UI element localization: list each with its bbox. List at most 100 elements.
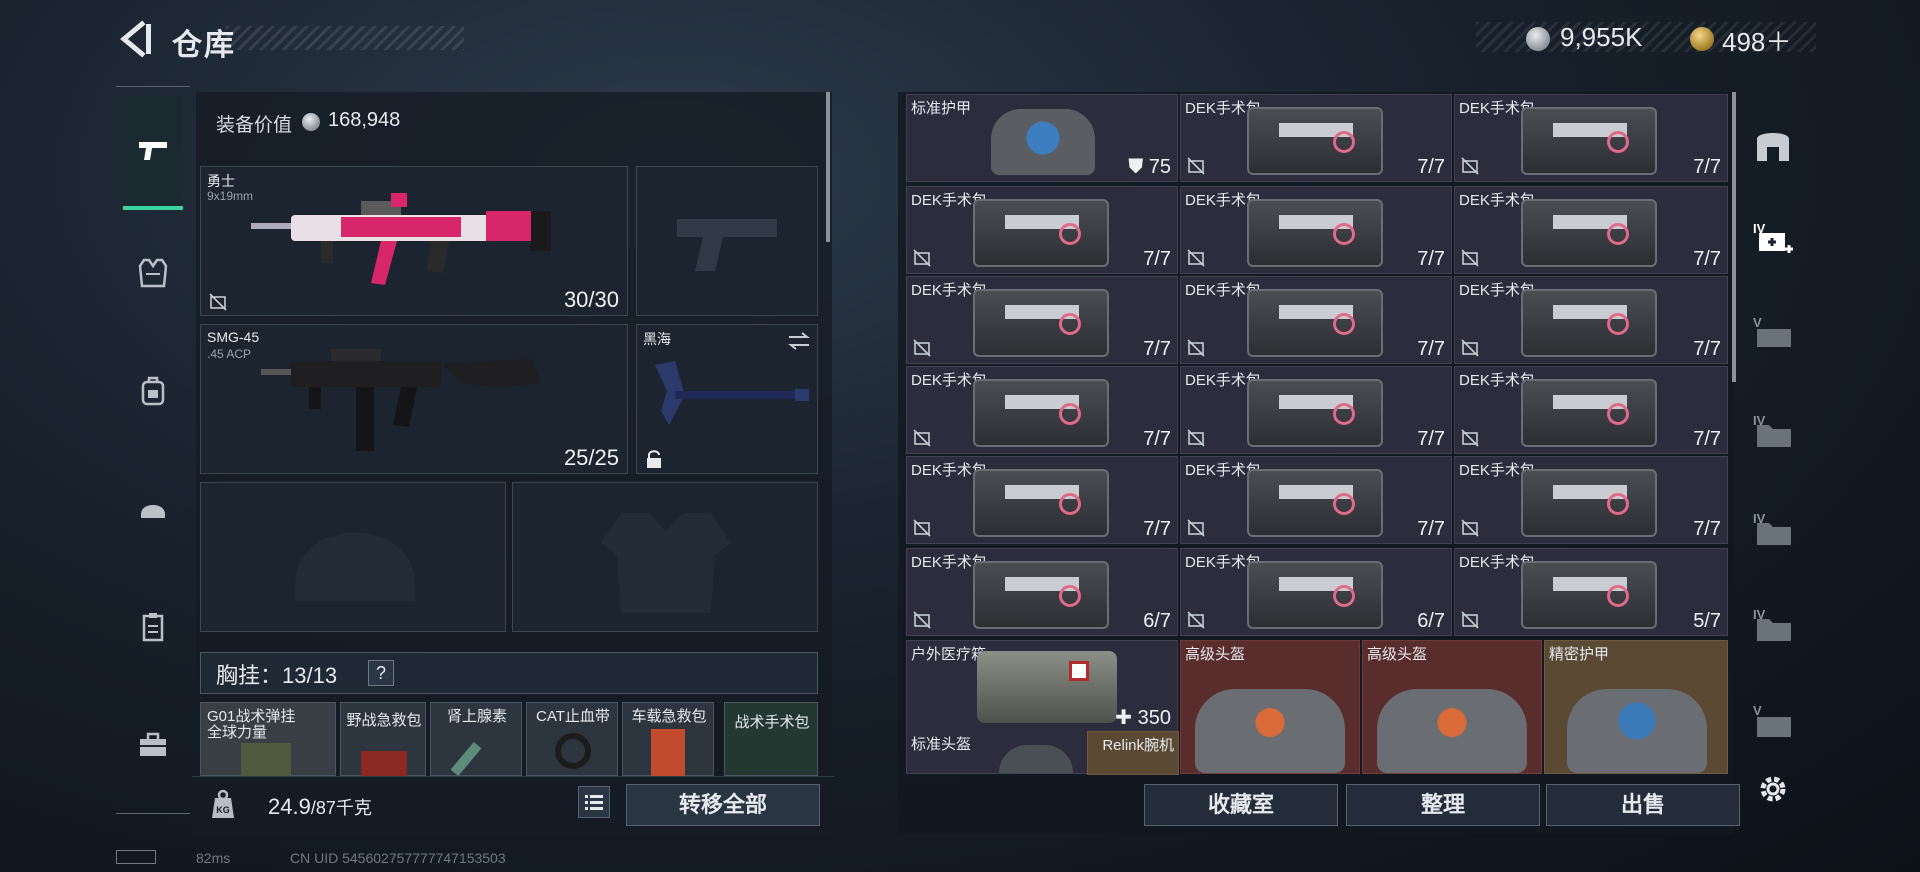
- right-nav-folder-case[interactable]: IV: [1746, 404, 1800, 458]
- collection-room-button[interactable]: 收藏室: [1144, 784, 1338, 826]
- nav-tab-backpack[interactable]: [124, 362, 182, 420]
- scissors-icon: [1059, 585, 1081, 607]
- no-insurance-icon: [1461, 157, 1479, 175]
- helmet-slot-empty[interactable]: [200, 482, 506, 632]
- stash-item-surgery-kit[interactable]: DEK手术包 7/7: [1454, 366, 1728, 454]
- equipment-scrollbar[interactable]: [826, 92, 830, 242]
- stash-item-armor[interactable]: 标准护甲 ⛊ 75: [906, 94, 1178, 182]
- stash-item-surgery-kit[interactable]: DEK手术包 7/7: [1180, 94, 1452, 182]
- chest-item-slot[interactable]: CAT止血带: [526, 702, 618, 776]
- holster-slot-empty[interactable]: [636, 166, 818, 316]
- key-case-icon: V: [1753, 703, 1791, 737]
- stash-item-durability-value: 75: [1148, 156, 1171, 178]
- stash-item-surgery-kit[interactable]: DEK手术包 7/7: [906, 276, 1178, 364]
- gold-currency-amount[interactable]: 498＋: [1722, 22, 1791, 59]
- stash-item-surgery-kit[interactable]: DEK手术包 7/7: [1180, 456, 1452, 544]
- battery-icon: [116, 850, 156, 864]
- primary-weapon-ammo: 30/30: [563, 287, 619, 312]
- gold-coin-icon: [1690, 27, 1714, 51]
- stash-item-medical-box[interactable]: 户外医疗箱 ✚ 350 标准头盔 Relink腕机: [906, 640, 1179, 775]
- armor-slot-empty[interactable]: [512, 482, 818, 632]
- nav-tab-toolbox[interactable]: [124, 716, 182, 774]
- stash-item-surgery-kit[interactable]: DEK手术包 7/7: [1454, 186, 1728, 274]
- chest-item-slot[interactable]: 肾上腺素: [430, 702, 522, 777]
- chest-item-slot[interactable]: 战术手术包: [724, 702, 818, 776]
- clipboard-icon: [142, 613, 164, 642]
- helmet-silhouette-icon: [295, 532, 415, 601]
- stash-item-surgery-kit[interactable]: DEK手术包 6/7: [906, 548, 1178, 636]
- armor-silhouette-icon: [601, 513, 731, 613]
- surgery-kit-image: [973, 199, 1109, 267]
- nav-tab-weapons[interactable]: [123, 96, 183, 210]
- scissors-icon: [1333, 493, 1355, 515]
- equipment-value: 168,948: [328, 109, 401, 131]
- nav-tab-helmet[interactable]: [124, 480, 182, 538]
- stash-item-count: 7/7: [1417, 428, 1445, 450]
- scissors-icon: [1333, 585, 1355, 607]
- no-insurance-icon: [913, 249, 931, 267]
- primary-weapon-slot[interactable]: 勇士 9x19mm 30/30: [200, 166, 628, 316]
- stash-item-precision-armor[interactable]: 精密护甲: [1544, 640, 1728, 774]
- svg-text:KG: KG: [216, 805, 230, 815]
- right-nav-medical-case[interactable]: IV: [1746, 212, 1800, 266]
- stash-item-count: 7/7: [1143, 428, 1171, 450]
- weight-current: 24.9: [268, 794, 311, 819]
- stash-item-count: 7/7: [1143, 338, 1171, 360]
- armor-bag-image: [1567, 689, 1707, 773]
- stash-item-surgery-kit[interactable]: DEK手术包 7/7: [1454, 276, 1728, 364]
- melee-slot[interactable]: 黑海: [636, 324, 818, 474]
- stash-item-surgery-kit[interactable]: DEK手术包 7/7: [1180, 276, 1452, 364]
- chest-item-slot[interactable]: 车载急救包: [622, 702, 714, 777]
- no-insurance-icon: [913, 611, 931, 629]
- player-uid: CN UID 545602757777747153503: [290, 850, 506, 866]
- surgery-kit-image: [1521, 469, 1657, 537]
- right-nav-folder-case[interactable]: IV: [1746, 502, 1800, 556]
- stash-item-helmet[interactable]: 高级头盔: [1362, 640, 1542, 774]
- chest-item-slot[interactable]: 野战急救包: [340, 702, 426, 777]
- stash-item-surgery-kit[interactable]: DEK手术包 7/7: [1454, 456, 1728, 544]
- stash-item-surgery-kit[interactable]: DEK手术包 6/7: [1180, 548, 1452, 636]
- sell-button[interactable]: 出售: [1546, 784, 1740, 826]
- stash-item-surgery-kit[interactable]: DEK手术包 7/7: [906, 366, 1178, 454]
- stash-item-helmet[interactable]: 高级头盔: [1180, 640, 1360, 774]
- right-nav-folder-case[interactable]: IV: [1746, 598, 1800, 652]
- stash-item-surgery-kit[interactable]: DEK手术包 7/7: [1180, 366, 1452, 454]
- medical-case-icon: IV: [1753, 221, 1793, 253]
- transfer-all-button[interactable]: 转移全部: [626, 784, 820, 826]
- stash-scrollbar[interactable]: [1732, 92, 1736, 382]
- nav-tab-vest[interactable]: [124, 244, 182, 302]
- surgery-kit-image: [1247, 561, 1383, 629]
- stash-item-surgery-kit[interactable]: DEK手术包 7/7: [906, 186, 1178, 274]
- stash-item-count: 7/7: [1693, 428, 1721, 450]
- back-arrow-icon[interactable]: [118, 20, 152, 58]
- swap-icon[interactable]: [787, 331, 811, 351]
- backpack-icon: [141, 376, 165, 406]
- right-nav-weapon-case[interactable]: V: [1746, 306, 1800, 360]
- nav-tab-tasks[interactable]: [124, 598, 182, 656]
- stash-item-surgery-kit[interactable]: DEK手术包 5/7: [1454, 548, 1728, 636]
- right-nav-stash-home[interactable]: [1746, 118, 1800, 172]
- level-label: V: [1753, 315, 1762, 330]
- right-nav-key-case[interactable]: V: [1746, 694, 1800, 748]
- stash-item-surgery-kit[interactable]: DEK手术包 7/7: [906, 456, 1178, 544]
- scissors-icon: [1059, 223, 1081, 245]
- melee-name: 黑海: [643, 331, 671, 347]
- stash-item-relink[interactable]: Relink腕机: [1087, 731, 1179, 775]
- stash-item-count: 7/7: [1693, 248, 1721, 270]
- settings-button[interactable]: [1746, 762, 1800, 816]
- secondary-weapon-slot[interactable]: SMG-45 .45 ACP 25/25: [200, 324, 628, 474]
- list-view-button[interactable]: [578, 786, 610, 818]
- scissors-icon: [1333, 223, 1355, 245]
- stash-item-count: 7/7: [1143, 248, 1171, 270]
- sort-button[interactable]: 整理: [1346, 784, 1540, 826]
- surgery-kit-image: [973, 469, 1109, 537]
- stash-item-surgery-kit[interactable]: DEK手术包 7/7: [1454, 94, 1728, 182]
- no-insurance-icon: [1187, 339, 1205, 357]
- rifle-icon: [251, 193, 551, 285]
- helmet-image: [999, 745, 1073, 773]
- stash-item-name: 标准头盔: [911, 736, 972, 753]
- stash-item-surgery-kit[interactable]: DEK手术包 7/7: [1180, 186, 1452, 274]
- help-icon[interactable]: ?: [368, 660, 394, 686]
- chest-item-slot[interactable]: G01战术弹挂 全球力量: [200, 702, 336, 777]
- no-insurance-icon: [1461, 611, 1479, 629]
